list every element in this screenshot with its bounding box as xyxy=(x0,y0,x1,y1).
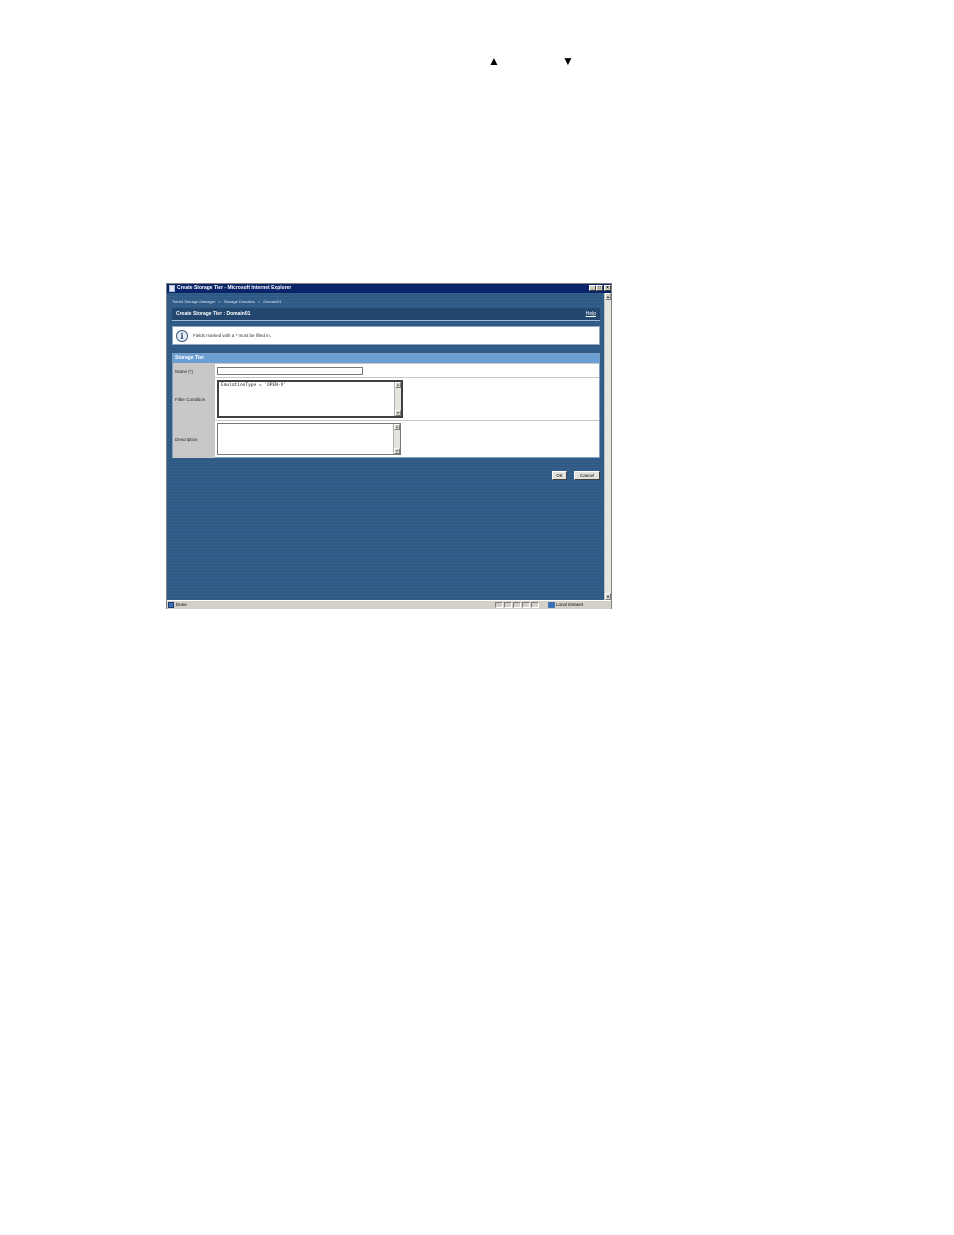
name-label: Name (*) xyxy=(173,364,215,378)
zone-text: Local intranet xyxy=(556,602,584,607)
status-pane xyxy=(531,602,539,608)
cancel-button[interactable]: Cancel xyxy=(574,471,600,480)
scroll-down-icon[interactable]: ▾ xyxy=(394,448,400,454)
status-pane xyxy=(513,602,521,608)
status-pane xyxy=(495,602,503,608)
status-bar: Done Local intranet xyxy=(167,600,611,609)
textarea-scrollbar[interactable]: ▴ ▾ xyxy=(394,382,401,416)
page-done-icon xyxy=(168,602,174,608)
down-arrow-icon: ▼ xyxy=(562,54,574,68)
breadcrumb: Tiered Storage Manager > Storage Domains… xyxy=(172,299,284,304)
scroll-down-icon[interactable]: ▾ xyxy=(395,410,401,416)
breadcrumb-link-tsm[interactable]: Tiered Storage Manager xyxy=(172,299,215,304)
breadcrumb-separator: > xyxy=(218,299,221,304)
textarea-scrollbar[interactable]: ▴ ▾ xyxy=(393,424,400,454)
close-button[interactable]: × xyxy=(604,285,611,291)
browser-window: Create Storage Tier - Microsoft Internet… xyxy=(166,283,612,609)
name-input[interactable] xyxy=(217,367,363,375)
info-icon: i xyxy=(176,330,188,342)
description-row: Description ▴ ▾ xyxy=(173,420,599,458)
vertical-scrollbar[interactable]: ▴ ▾ xyxy=(604,293,611,600)
window-title: Create Storage Tier - Microsoft Internet… xyxy=(177,285,292,291)
help-link[interactable]: Help xyxy=(586,308,596,320)
scroll-up-icon[interactable]: ▴ xyxy=(395,382,401,388)
page-content: Tiered Storage Manager > Storage Domains… xyxy=(167,293,604,600)
filter-condition-textarea[interactable]: EmulationType = 'OPEN-V' ▴ ▾ xyxy=(217,380,403,418)
breadcrumb-current: Domain01 xyxy=(263,299,282,304)
storage-tier-form: Storage Tier Name (*) Filter Condition E… xyxy=(172,353,600,458)
ok-button[interactable]: OK xyxy=(552,471,567,480)
page-header: Create Storage Tier : Domain01 Help xyxy=(172,308,600,321)
status-pane xyxy=(504,602,512,608)
title-bar: Create Storage Tier - Microsoft Internet… xyxy=(167,284,611,293)
info-message-box: i Fields marked with a * must be filled … xyxy=(172,326,600,345)
status-text: Done xyxy=(176,602,187,607)
up-arrow-icon: ▲ xyxy=(488,54,500,68)
breadcrumb-link-storage-domains[interactable]: Storage Domains xyxy=(224,299,255,304)
scroll-up-icon[interactable]: ▴ xyxy=(605,293,611,300)
name-row: Name (*) xyxy=(173,363,599,378)
description-label: Description xyxy=(173,421,215,458)
scroll-down-icon[interactable]: ▾ xyxy=(605,593,611,600)
description-textarea[interactable]: ▴ ▾ xyxy=(217,423,401,455)
scroll-up-icon[interactable]: ▴ xyxy=(394,424,400,430)
ie-page-icon xyxy=(169,285,175,292)
filter-condition-label: Filter Condition xyxy=(173,378,215,421)
filter-condition-value: EmulationType = 'OPEN-V' xyxy=(221,383,287,388)
maximize-button[interactable]: □ xyxy=(596,285,603,291)
intranet-zone-icon xyxy=(548,602,555,608)
info-message: Fields marked with a * must be filled in… xyxy=(193,333,272,338)
status-pane xyxy=(522,602,530,608)
section-header: Storage Tier xyxy=(173,354,599,363)
breadcrumb-separator: > xyxy=(257,299,261,304)
filter-condition-row: Filter Condition EmulationType = 'OPEN-V… xyxy=(173,377,599,421)
minimize-button[interactable]: _ xyxy=(589,285,596,291)
page-title: Create Storage Tier : Domain01 xyxy=(176,311,251,317)
